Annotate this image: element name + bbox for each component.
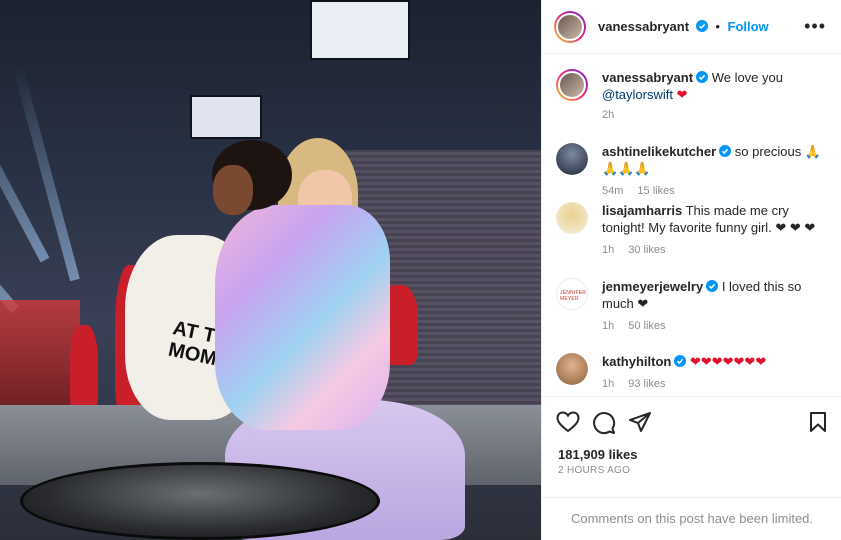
- author-avatar[interactable]: [554, 11, 586, 43]
- post-header: vanessabryant • Follow •••: [542, 0, 841, 54]
- comment-time[interactable]: 1h: [602, 378, 614, 390]
- comment-icon[interactable]: [592, 411, 616, 435]
- header-separator: •: [715, 19, 720, 34]
- comment-likes[interactable]: 50 likes: [628, 320, 665, 332]
- share-icon[interactable]: [628, 411, 652, 433]
- caption-avatar[interactable]: [556, 69, 588, 101]
- comment-likes[interactable]: 93 likes: [628, 378, 665, 390]
- comment-username[interactable]: lisajamharris: [602, 203, 682, 218]
- post-side-panel: vanessabryant • Follow ••• vanessabryant…: [541, 0, 841, 540]
- caption-username[interactable]: vanessabryant: [602, 70, 693, 85]
- comment-time[interactable]: 1h: [602, 320, 614, 332]
- save-icon[interactable]: [808, 411, 828, 433]
- comment-time[interactable]: 1h: [602, 244, 614, 256]
- caption-heart: ❤: [676, 87, 688, 102]
- follow-button[interactable]: Follow: [728, 19, 769, 34]
- comment-likes[interactable]: 30 likes: [628, 244, 665, 256]
- post-time-ago[interactable]: 2 HOURS AGO: [558, 465, 630, 476]
- caption-time[interactable]: 2h: [602, 109, 614, 121]
- caption-mention-link[interactable]: @taylorswift: [602, 87, 673, 102]
- comment-avatar[interactable]: JENNIFER MEYER: [556, 278, 588, 310]
- verified-badge-icon: [695, 20, 708, 32]
- verified-badge-icon: [719, 145, 732, 157]
- more-options-icon[interactable]: •••: [804, 16, 826, 37]
- author-username[interactable]: vanessabryant: [598, 19, 689, 34]
- comment-likes[interactable]: 15 likes: [637, 185, 674, 197]
- comment-username[interactable]: jenmeyerjewelry: [602, 279, 703, 294]
- caption-text: We love you: [711, 70, 783, 85]
- verified-badge-icon: [706, 280, 719, 292]
- comment-time[interactable]: 54m: [602, 185, 623, 197]
- verified-badge-icon: [696, 71, 709, 83]
- comment-avatar[interactable]: [556, 143, 588, 175]
- comment-username[interactable]: kathyhilton: [602, 354, 671, 369]
- likes-count[interactable]: 181,909 likes: [558, 447, 638, 462]
- post-photo[interactable]: AT T MOM: [0, 0, 541, 540]
- comment-avatar[interactable]: [556, 202, 588, 234]
- comment-avatar[interactable]: [556, 353, 588, 385]
- like-icon[interactable]: [556, 411, 580, 433]
- comment-username[interactable]: ashtinelikekutcher: [602, 144, 716, 159]
- comment-text: ❤❤❤❤❤❤❤: [689, 354, 767, 369]
- verified-badge-icon: [674, 355, 687, 367]
- post-actions: 181,909 likes 2 HOURS AGO Comments on th…: [542, 396, 841, 540]
- comments-limited-notice: Comments on this post have been limited.: [542, 497, 841, 540]
